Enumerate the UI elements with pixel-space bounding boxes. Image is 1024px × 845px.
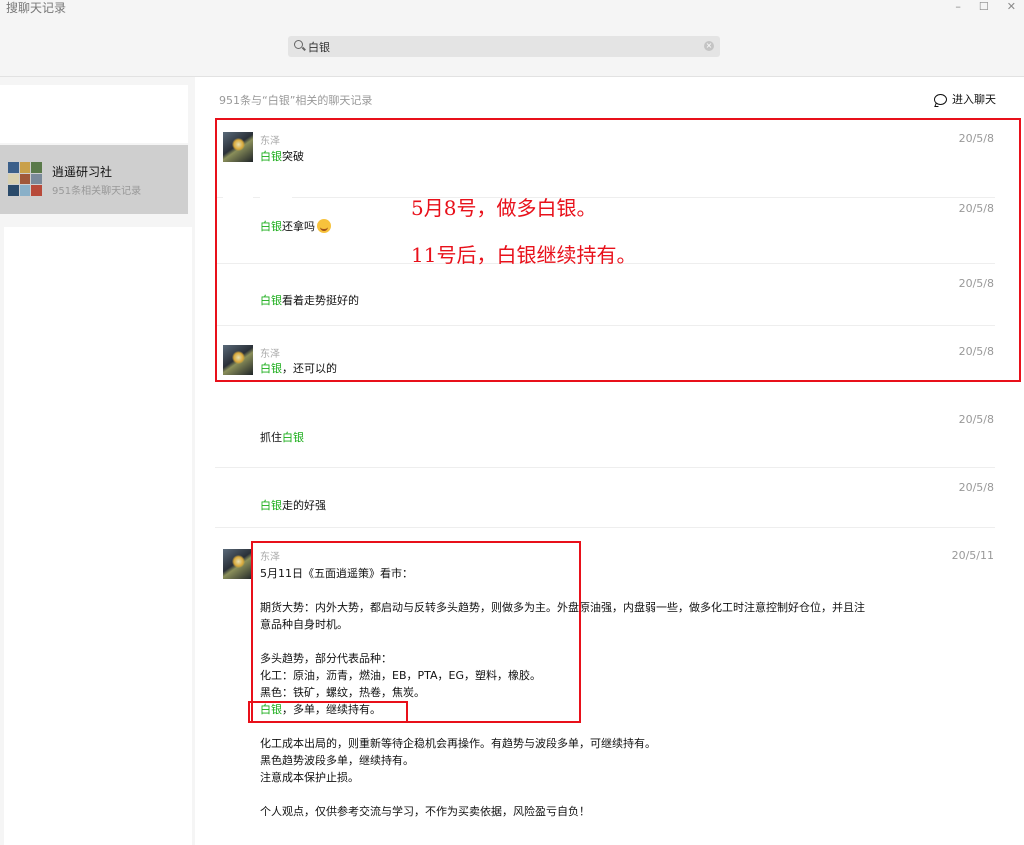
window-title: 搜聊天记录	[6, 1, 67, 15]
keyword-highlight: 白银	[260, 294, 282, 307]
message-sender	[260, 197, 292, 213]
laugh-cry-emoji-icon	[317, 219, 331, 233]
close-icon[interactable]: ✕	[1007, 0, 1016, 14]
search-icon	[294, 40, 303, 49]
message-date: 20/5/11	[951, 549, 994, 562]
message-sender	[260, 409, 292, 425]
message-text: 白银还拿吗	[260, 218, 331, 235]
message-sender	[260, 479, 292, 495]
message-item[interactable]: 白银看着走势挺好的 20/5/8	[195, 263, 1024, 329]
sidebar-item-name: 逍遥研习社	[52, 165, 113, 179]
message-date: 20/5/8	[958, 345, 994, 358]
keyword-highlight: 白银	[260, 150, 282, 163]
avatar	[223, 395, 253, 425]
avatar	[223, 481, 253, 511]
sidebar-empty-area	[4, 227, 192, 845]
message-date: 20/5/8	[958, 413, 994, 426]
keyword-highlight: 白银	[282, 431, 304, 444]
window-controls: – ☐ ✕	[955, 0, 1016, 14]
keyword-highlight: 白银	[260, 499, 282, 512]
message-item[interactable]: 东泽 白银，还可以的 20/5/8	[195, 339, 1024, 389]
annotation-text: 5月8号，做多白银。	[411, 196, 597, 220]
message-sender	[260, 271, 292, 287]
chat-bubble-icon	[934, 93, 947, 105]
avatar	[223, 549, 253, 579]
message-text: 抓住白银	[260, 431, 304, 444]
message-divider	[215, 325, 995, 326]
message-item[interactable]: 东泽 白银突破 20/5/8	[195, 127, 1024, 197]
message-item[interactable]: 白银走的好强 20/5/8	[195, 467, 1024, 527]
sidebar-item-group[interactable]: 逍遥研习社 951条相关聊天记录	[0, 145, 188, 214]
keyword-highlight: 白银	[260, 362, 282, 375]
message-sender: 东泽	[260, 136, 280, 147]
avatar	[223, 197, 253, 227]
message-sender: 东泽	[260, 552, 280, 563]
message-date: 20/5/8	[958, 132, 994, 145]
keyword-highlight: 白银	[260, 703, 282, 716]
sidebar-item-sub: 951条相关聊天记录	[52, 186, 142, 197]
message-text: 白银，还可以的	[260, 362, 337, 375]
results-panel: 951条与“白银”相关的聊天记录 进入聊天 东泽 白银突破 20/5/8 白银还…	[195, 77, 1024, 845]
message-date: 20/5/8	[958, 277, 994, 290]
results-summary: 951条与“白银”相关的聊天记录	[219, 94, 373, 107]
sidebar-blank	[0, 85, 188, 143]
enter-chat-button[interactable]: 进入聊天	[934, 91, 996, 107]
keyword-highlight: 白银	[260, 220, 282, 233]
clear-icon[interactable]: ×	[704, 41, 714, 51]
search-input[interactable]	[308, 36, 688, 57]
minimize-icon[interactable]: –	[955, 0, 961, 14]
message-text: 白银走的好强	[260, 499, 326, 512]
message-sender: 东泽	[260, 349, 280, 360]
message-text: 白银看着走势挺好的	[260, 294, 359, 307]
avatar	[223, 132, 253, 162]
enter-chat-label: 进入聊天	[952, 93, 996, 106]
sidebar: 逍遥研习社 951条相关聊天记录	[0, 77, 192, 845]
message-divider	[215, 527, 995, 528]
search-bar[interactable]: ×	[288, 36, 720, 57]
message-text: 白银突破	[260, 150, 304, 163]
avatar	[223, 345, 253, 375]
avatar	[223, 273, 253, 303]
annotation-text: 11号后，白银继续持有。	[411, 243, 637, 267]
message-item[interactable]: 东泽 20/5/11 5月11日《五面逍遥策》看市： 期货大势：内外大势，都启动…	[195, 543, 1024, 843]
message-text: 5月11日《五面逍遥策》看市： 期货大势：内外大势，都启动与反转多头趋势，则做多…	[260, 567, 865, 818]
message-date: 20/5/8	[958, 481, 994, 494]
group-avatar-icon	[8, 162, 42, 196]
maximize-icon[interactable]: ☐	[979, 0, 989, 14]
title-bar: 搜聊天记录 – ☐ ✕	[0, 0, 1024, 30]
message-date: 20/5/8	[958, 202, 994, 215]
message-item[interactable]: 抓住白银 20/5/8	[195, 393, 1024, 467]
